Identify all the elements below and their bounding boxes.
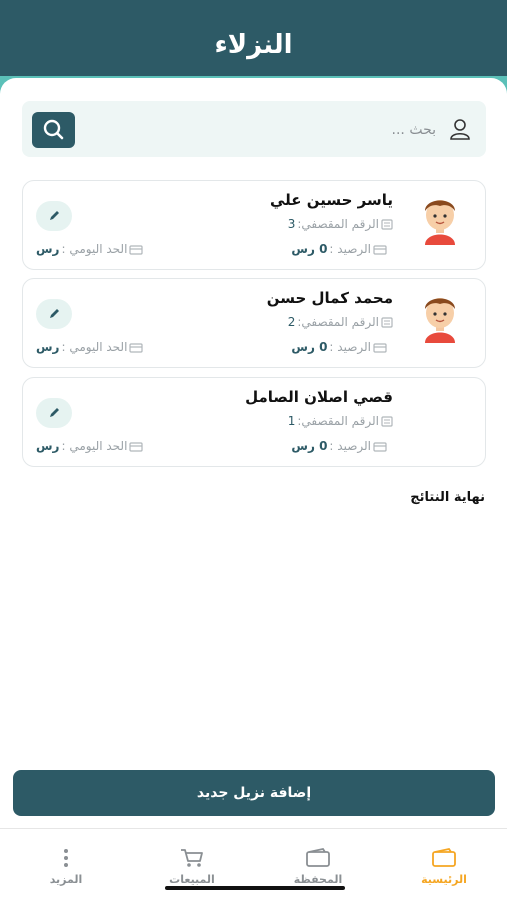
id-card-icon [381, 416, 393, 427]
card-icon [373, 244, 387, 255]
more-vertical-icon [64, 849, 68, 867]
daily-value: رس [36, 242, 60, 256]
balance-label: الرصيد : [329, 242, 371, 256]
edit-button[interactable] [36, 299, 72, 329]
daily-limit: الحد اليومي : رس [36, 242, 144, 256]
edit-icon [50, 309, 59, 318]
avatar [425, 298, 455, 343]
edit-icon [50, 408, 59, 417]
cell-number: الرقم المقصفي: 3 [288, 217, 393, 231]
card-icon [373, 342, 387, 353]
card-icon [129, 441, 144, 452]
tab-home[interactable]: الرئيسية [381, 829, 507, 901]
avatar [425, 200, 455, 245]
home-indicator [165, 886, 345, 890]
cell-value: 3 [287, 217, 296, 231]
search-bar [22, 101, 486, 157]
cell-label: الرقم المقصفي: [297, 217, 379, 231]
tab-label: المحفظة [293, 873, 343, 886]
tab-label: المبيعات [169, 873, 215, 886]
cell-value: 1 [287, 414, 296, 428]
edit-button[interactable] [36, 201, 72, 231]
wallet-icon [306, 847, 330, 867]
daily-label: الحد اليومي : [61, 242, 128, 256]
edit-button[interactable] [36, 398, 72, 428]
balance: الرصيد : 0 رس [291, 242, 387, 256]
id-card-icon [381, 219, 393, 230]
daily-value: رس [36, 340, 60, 354]
add-guest-button[interactable]: إضافة نزيل جديد [13, 770, 495, 816]
balance-label: الرصيد : [329, 439, 371, 453]
tab-label: المزيد [49, 873, 83, 886]
guest-name: قصي اصلان الصامل [245, 388, 393, 406]
search-input[interactable] [134, 116, 438, 144]
balance: الرصيد : 0 رس [291, 439, 387, 453]
bottom-tab-bar: الرئيسية المحفظة المبيعات المزيد [0, 828, 507, 901]
balance-label: الرصيد : [329, 340, 371, 354]
cell-value: 2 [287, 315, 296, 329]
card-icon [129, 244, 144, 255]
page-title: النزلاء [214, 30, 293, 60]
guest-card[interactable]: ياسر حسين علي الرقم المقصفي: 3 الرصيد : 0 ر… [22, 180, 486, 270]
balance-value: 0 رس [291, 242, 328, 256]
user-icon [450, 119, 470, 140]
card-icon [129, 342, 144, 353]
daily-limit: الحد اليومي : رس [36, 439, 144, 453]
daily-value: رس [36, 439, 60, 453]
id-card-icon [381, 317, 393, 328]
tab-label: الرئيسية [421, 873, 467, 886]
balance: الرصيد : 0 رس [291, 340, 387, 354]
guest-name: ياسر حسين علي [269, 191, 393, 209]
tab-more[interactable]: المزيد [3, 829, 129, 901]
tab-sales[interactable]: المبيعات [129, 829, 255, 901]
wallet-icon [432, 847, 456, 867]
cell-number: الرقم المقصفي: 2 [288, 315, 393, 329]
cart-icon [181, 849, 203, 867]
cell-label: الرقم المقصفي: [297, 315, 379, 329]
end-of-results: نهاية النتائج [410, 490, 485, 505]
cell-number: الرقم المقصفي: 1 [288, 414, 393, 428]
guest-card[interactable]: محمد كمال حسن الرقم المقصفي: 2 الرصيد : 0 ر… [22, 278, 486, 368]
card-icon [373, 441, 387, 452]
balance-value: 0 رس [291, 340, 328, 354]
daily-label: الحد اليومي : [61, 439, 128, 453]
tab-wallet[interactable]: المحفظة [255, 829, 381, 901]
guest-name: محمد كمال حسن [266, 289, 393, 307]
edit-icon [50, 211, 59, 220]
search-button[interactable] [32, 112, 75, 148]
daily-label: الحد اليومي : [61, 340, 128, 354]
balance-value: 0 رس [291, 439, 328, 453]
cell-label: الرقم المقصفي: [297, 414, 379, 428]
search-icon [43, 119, 64, 140]
guest-card[interactable]: قصي اصلان الصامل الرقم المقصفي: 1 الرصيد : … [22, 377, 486, 467]
daily-limit: الحد اليومي : رس [36, 340, 144, 354]
